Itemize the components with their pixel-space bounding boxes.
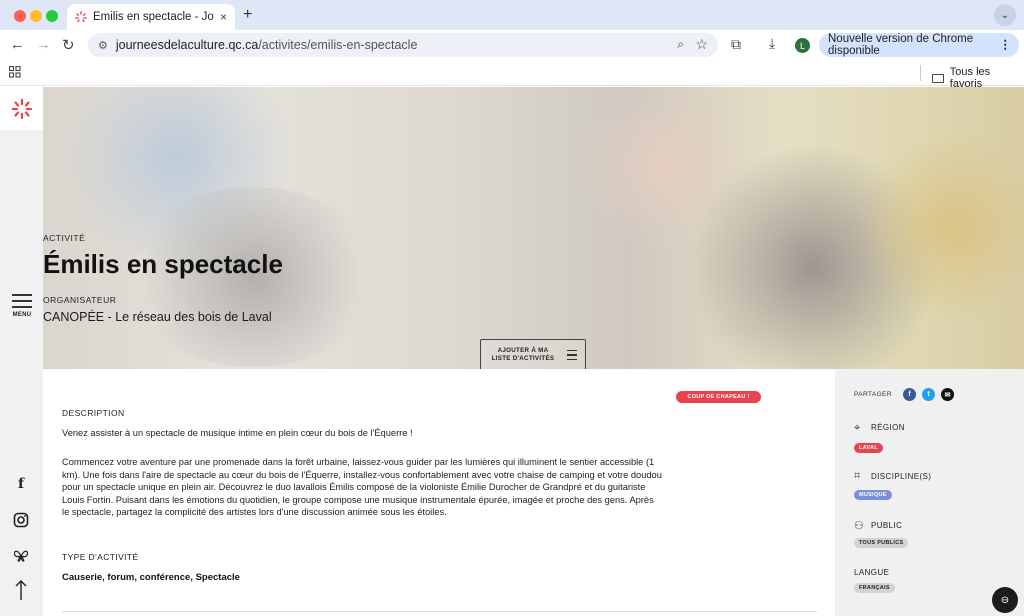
activity-types: Causerie, forum, conférence, Spectacle — [62, 572, 240, 583]
people-icon: ⚇ — [854, 520, 864, 532]
bookmarks-separator — [920, 65, 921, 81]
activity-sidebar: PARTAGER f t ✉ ⌖ RÉGION LAVAL ⌗ DISCIPLI… — [835, 369, 1024, 616]
minimize-window-button[interactable] — [30, 10, 42, 22]
facebook-icon[interactable]: f — [13, 476, 29, 492]
browser-tab[interactable]: Émilis en spectacle - Journée… × — [67, 4, 235, 30]
site-logo[interactable] — [0, 87, 43, 130]
close-window-button[interactable] — [14, 10, 26, 22]
region-tag[interactable]: LAVAL — [854, 443, 884, 453]
tag-icon: ⌗ — [854, 470, 861, 482]
description-label: DESCRIPTION — [62, 408, 125, 418]
language-tag[interactable]: FRANÇAIS — [854, 583, 895, 593]
tab-search-button[interactable]: ⌄ — [994, 4, 1016, 26]
profile-avatar[interactable]: L — [795, 38, 810, 53]
reload-icon[interactable]: ↻ — [62, 36, 75, 54]
update-chip-label: Nouvelle version de Chrome disponible — [828, 33, 974, 57]
divider — [62, 611, 817, 612]
instagram-icon[interactable] — [13, 512, 29, 528]
menu-label: MENU — [12, 312, 32, 318]
organizer-label: ORGANISATEUR — [43, 295, 117, 305]
zoom-window-button[interactable] — [46, 10, 58, 22]
site-sidebar: MENU f — [0, 87, 43, 616]
share-email-icon[interactable]: ✉ — [941, 388, 954, 401]
accessibility-button[interactable]: ⊖ — [992, 587, 1018, 613]
organizer-name[interactable]: CANOPÉE - Le réseau des bois de Laval — [43, 310, 1024, 324]
share-label: PARTAGER — [854, 391, 892, 398]
folder-icon — [932, 73, 944, 83]
activity-type-label: TYPE D'ACTIVITÉ — [62, 552, 139, 562]
site-info-icon[interactable]: ⚙ — [98, 39, 108, 52]
page-title: Émilis en spectacle — [43, 249, 283, 279]
hamburger-icon — [12, 294, 32, 296]
bookmark-star-icon[interactable]: ☆ — [695, 36, 708, 53]
download-icon[interactable]: ⤓ — [769, 35, 775, 52]
add-to-list-button[interactable]: AJOUTER À MA LISTE D'ACTIVITÉS — [480, 339, 586, 369]
add-to-list-label: AJOUTER À MA LISTE D'ACTIVITÉS — [491, 347, 555, 362]
region-title: RÉGION — [871, 423, 905, 432]
forward-arrow-icon[interactable]: → — [36, 36, 51, 53]
main-content: COUP DE CHAPEAU ! DESCRIPTION Venez assi… — [43, 369, 835, 616]
new-tab-button[interactable]: + — [243, 6, 252, 24]
discipline-title: DISCIPLINE(S) — [871, 472, 932, 481]
link-icon: ⊖ — [1000, 594, 1010, 606]
share-facebook-icon[interactable]: f — [903, 388, 916, 401]
chrome-update-button[interactable]: Nouvelle version de Chrome disponible ⋮ — [819, 33, 1019, 57]
address-bar[interactable]: ⚙ journeesdelaculture.qc.ca/activites/em… — [88, 33, 718, 57]
hamburger-bar — [12, 306, 32, 308]
public-title: PUBLIC — [871, 521, 903, 530]
discipline-tag[interactable]: MUSIQUE — [854, 490, 892, 500]
menu-button[interactable]: MENU — [11, 290, 33, 318]
tab-title: Émilis en spectacle - Journée… — [93, 11, 214, 23]
hamburger-bar — [12, 300, 32, 302]
apps-grid-icon[interactable] — [9, 66, 21, 78]
status-badge: COUP DE CHAPEAU ! — [676, 391, 761, 403]
tab-close-icon[interactable]: × — [220, 10, 227, 24]
share-twitter-icon[interactable]: t — [922, 388, 935, 401]
zoom-icon[interactable]: ⌕ — [677, 37, 684, 52]
chrome-menu-icon[interactable]: ⋮ — [1000, 37, 1012, 51]
description-body: Commencez votre aventure par une promena… — [62, 457, 662, 518]
extensions-icon[interactable]: ⧉ — [731, 36, 741, 53]
arrow-up-icon[interactable] — [13, 579, 29, 601]
back-arrow-icon[interactable]: ← — [10, 36, 25, 53]
bookmarks-bar: Tous les favoris — [0, 60, 1024, 90]
public-tag[interactable]: TOUS PUBLICS — [854, 538, 909, 548]
butterfly-icon[interactable] — [13, 548, 29, 564]
list-line — [567, 358, 577, 361]
list-line — [567, 354, 577, 356]
location-pin-icon: ⌖ — [854, 422, 861, 434]
activity-kicker: ACTIVITÉ — [43, 233, 86, 243]
description-intro: Venez assister à un spectacle de musique… — [62, 428, 413, 438]
list-icon — [563, 347, 577, 363]
site-favicon-icon — [75, 11, 87, 23]
tab-strip: Émilis en spectacle - Journée… × + ⌄ — [0, 0, 1024, 30]
url-domain: journeesdelaculture.qc.ca — [115, 38, 259, 52]
url-path: /activites/emilis-en-spectacle — [258, 38, 418, 52]
list-line — [567, 349, 577, 352]
hero-banner: ACTIVITÉ Émilis en spectacle ORGANISATEU… — [43, 87, 1024, 369]
language-title: LANGUE — [854, 568, 890, 577]
hero-overlay — [43, 87, 1024, 369]
sunburst-logo-icon — [11, 98, 32, 119]
